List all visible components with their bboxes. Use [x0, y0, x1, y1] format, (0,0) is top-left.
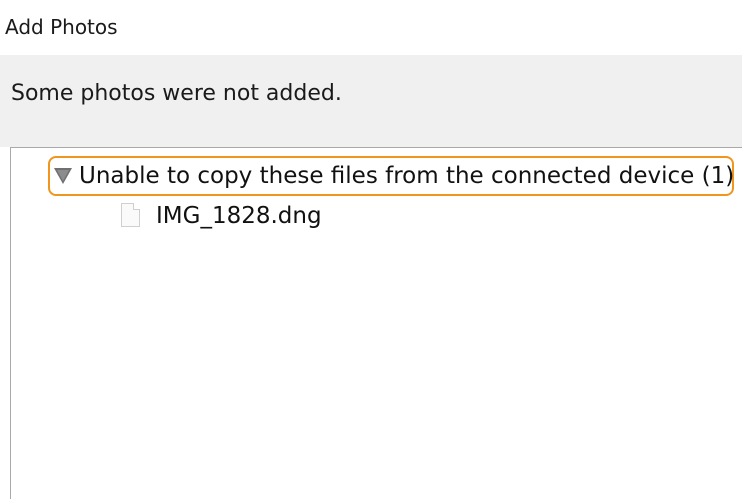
add-photos-window: Add Photos Some photos were not added. U… — [0, 0, 742, 499]
error-tree-view[interactable]: Unable to copy these files from the conn… — [10, 147, 742, 499]
title-bar[interactable]: Add Photos — [0, 0, 742, 55]
status-message: Some photos were not added. — [11, 81, 342, 106]
message-panel: Some photos were not added. — [0, 55, 742, 147]
file-icon — [121, 203, 140, 227]
window-title: Add Photos — [5, 15, 118, 39]
tree-item-file[interactable]: IMG_1828.dng — [119, 201, 419, 231]
tree-group-copy-failed[interactable]: Unable to copy these files from the conn… — [48, 156, 734, 196]
tree-group-label: Unable to copy these files from the conn… — [79, 163, 735, 189]
expand-triangle-icon[interactable] — [54, 168, 72, 184]
file-name-label: IMG_1828.dng — [156, 203, 322, 229]
